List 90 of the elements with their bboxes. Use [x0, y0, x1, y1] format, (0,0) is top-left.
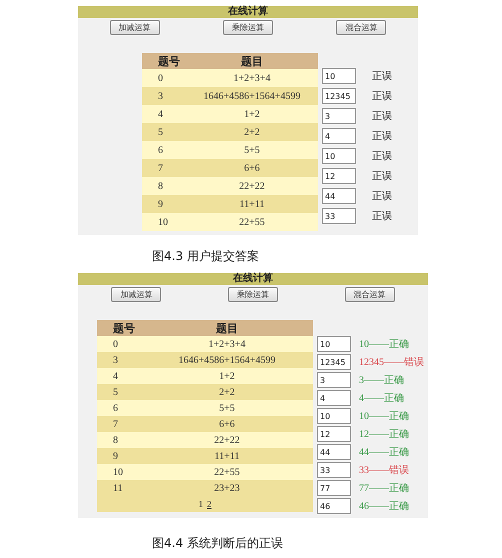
- table-cell-text: 1+2: [218, 370, 236, 382]
- result-text: 12——正确: [359, 428, 409, 441]
- table-cell-text: 9: [157, 198, 164, 210]
- answer-field[interactable]: 44: [322, 188, 356, 204]
- answer-field[interactable]: 77: [317, 480, 351, 496]
- result-text: 4——正确: [359, 392, 404, 405]
- result-text: 10——正确: [359, 410, 409, 423]
- mode-button[interactable]: 乘除运算: [222, 20, 273, 35]
- result-text: 正误: [372, 150, 392, 163]
- table-cell-text: 9: [112, 450, 119, 462]
- table-cell-text: 3: [157, 90, 164, 102]
- table-cell-text: 5: [157, 126, 164, 138]
- answer-field[interactable]: 46: [317, 498, 351, 514]
- result-text: 33——错误: [359, 464, 409, 477]
- table-cell-text: 2+2: [243, 126, 261, 138]
- page-link[interactable]: 1: [198, 499, 203, 509]
- figure-caption: 图4.4 系统判断后的正误: [151, 536, 284, 550]
- result-text: 正误: [372, 190, 392, 203]
- table-cell-text: 1646+4586+1564+4599: [202, 90, 302, 102]
- table-cell-text: 4: [112, 370, 119, 382]
- table-cell-text: 1+2+3+4: [232, 72, 272, 84]
- table-cell-text: 22+22: [213, 434, 241, 446]
- table-cell-text: 4: [157, 108, 164, 120]
- column-header: 题号: [112, 322, 136, 336]
- table-cell-text: 11: [112, 482, 124, 494]
- answer-field[interactable]: 12345: [322, 88, 356, 104]
- result-text: 正误: [372, 210, 392, 223]
- table-cell-text: 8: [157, 180, 164, 192]
- answer-field[interactable]: 12345: [317, 354, 351, 370]
- answer-field[interactable]: 10: [317, 408, 351, 424]
- answer-field[interactable]: 33: [317, 462, 351, 478]
- table-cell-text: 1+2: [243, 108, 261, 120]
- answer-field[interactable]: 12: [322, 168, 356, 184]
- result-text: 正误: [372, 90, 392, 103]
- column-header: 题目: [240, 54, 264, 68]
- result-text: 44——正确: [359, 446, 409, 459]
- table-cell-text: 2+2: [218, 386, 236, 398]
- mode-button[interactable]: 加减运算: [111, 287, 162, 302]
- table-cell-text: 6: [157, 144, 164, 156]
- result-text: 正误: [372, 70, 392, 83]
- answer-field[interactable]: 33: [322, 208, 356, 224]
- mode-button[interactable]: 加减运算: [110, 20, 160, 35]
- result-text: 12345——错误: [359, 356, 424, 369]
- table-cell-text: 22+55: [213, 466, 241, 478]
- table-cell-text: 5+5: [243, 144, 261, 156]
- table-cell-text: 22+55: [238, 216, 266, 228]
- page-link[interactable]: 2: [207, 499, 212, 509]
- table-cell-text: 6+6: [243, 162, 261, 174]
- answer-field[interactable]: 10: [322, 148, 356, 164]
- answer-field[interactable]: 44: [317, 444, 351, 460]
- result-text: 正误: [372, 130, 392, 143]
- result-text: 正误: [372, 170, 392, 183]
- answer-field[interactable]: 12: [317, 426, 351, 442]
- table-cell-text: 3: [112, 354, 119, 366]
- panel-title: 在线计算: [78, 6, 418, 18]
- table-cell-text: 5: [112, 386, 119, 398]
- answer-field[interactable]: 4: [317, 390, 351, 406]
- table-cell-text: 11+11: [238, 198, 266, 210]
- table-cell-text: 0: [112, 338, 119, 350]
- mode-button[interactable]: 乘除运算: [228, 287, 278, 302]
- table-cell-text: 11+11: [214, 450, 240, 462]
- answer-field[interactable]: 10: [317, 336, 351, 352]
- result-text: 77——正确: [359, 482, 409, 495]
- mode-button[interactable]: 混合运算: [344, 287, 395, 302]
- result-text: 正误: [372, 110, 392, 123]
- table-cell-text: 7: [112, 418, 119, 430]
- table-cell-text: 6+6: [218, 418, 236, 430]
- table-cell-text: 23+23: [213, 482, 241, 494]
- table-cell-text: 6: [112, 402, 119, 414]
- table-cell-text: 22+22: [238, 180, 266, 192]
- table-cell-text: 7: [157, 162, 164, 174]
- table-cell-text: 1646+4586+1564+4599: [178, 354, 276, 366]
- answer-field[interactable]: 10: [322, 68, 356, 84]
- table-cell-text: 5+5: [218, 402, 236, 414]
- answer-field[interactable]: 4: [322, 128, 356, 144]
- column-header: 题号: [157, 54, 181, 68]
- answer-field[interactable]: 3: [317, 372, 351, 388]
- table-cell-text: 10: [112, 466, 124, 478]
- result-text: 46——正确: [359, 500, 409, 513]
- figure-caption: 图4.3 用户提交答案: [151, 249, 260, 263]
- table-cell-text: 8: [112, 434, 119, 446]
- table-cell-text: 1+2+3+4: [208, 338, 246, 350]
- table-cell-text: 0: [157, 72, 164, 84]
- column-header: 题目: [215, 322, 239, 336]
- mode-button[interactable]: 混合运算: [336, 20, 386, 35]
- result-text: 10——正确: [359, 338, 409, 351]
- panel-title: 在线计算: [78, 273, 428, 285]
- answer-field[interactable]: 3: [322, 108, 356, 124]
- result-text: 3——正确: [359, 374, 404, 387]
- table-cell-text: 10: [157, 216, 169, 228]
